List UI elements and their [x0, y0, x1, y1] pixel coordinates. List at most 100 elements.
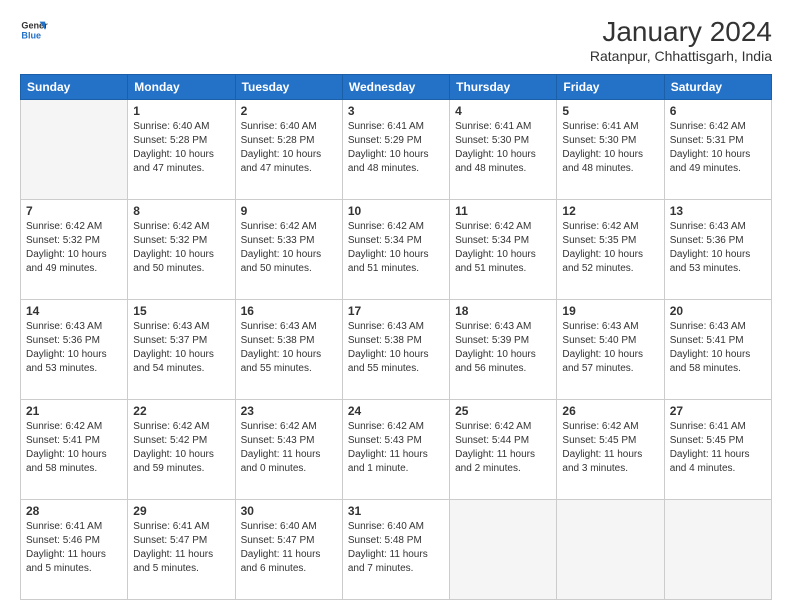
day-info: Sunrise: 6:42 AM Sunset: 5:31 PM Dayligh… — [670, 120, 766, 176]
calendar-cell: 12Sunrise: 6:42 AM Sunset: 5:35 PM Dayli… — [557, 200, 664, 300]
calendar-cell: 11Sunrise: 6:42 AM Sunset: 5:34 PM Dayli… — [450, 200, 557, 300]
calendar-cell: 26 Sunrise: 6:42 AM Sunset: 5:45 PM Dayli… — [557, 400, 664, 500]
day-info: Sunrise: 6:43 AM Sunset: 5:36 PM Dayligh… — [26, 320, 122, 376]
weekday-header: Wednesday — [342, 75, 449, 100]
day-info: Sunrise: 6:41 AM Sunset: 5:29 PM Dayligh… — [348, 120, 444, 176]
calendar-cell: 10 Sunrise: 6:42 AM Sunset: 5:34 PM Dayli… — [342, 200, 449, 300]
day-info: Sunrise: 6:41 AM Sunset: 5:47 PM Dayligh… — [133, 520, 229, 576]
day-number: 23 — [241, 404, 337, 418]
calendar-cell: 31 Sunrise: 6:40 AM Sunset: 5:48 PM Dayli… — [342, 500, 449, 600]
day-info: Sunrise: 6:42 AM Sunset: 5:45 PM Dayligh… — [562, 420, 658, 476]
day-number: 7 — [26, 204, 122, 218]
day-number: 26 — [562, 404, 658, 418]
day-number: 10 — [348, 204, 444, 218]
calendar-cell: 24Sunrise: 6:42 AM Sunset: 5:43 PM Dayli… — [342, 400, 449, 500]
month-year-title: January 2024 — [590, 16, 772, 48]
day-info: Sunrise: 6:42 AM Sunset: 5:41 PM Dayligh… — [26, 420, 122, 476]
day-info: Sunrise: 6:43 AM Sunset: 5:37 PM Dayligh… — [133, 320, 229, 376]
day-number: 3 — [348, 104, 444, 118]
calendar-cell: 20 Sunrise: 6:43 AM Sunset: 5:41 PM Dayli… — [664, 300, 771, 400]
svg-text:Blue: Blue — [21, 30, 41, 40]
day-number: 31 — [348, 504, 444, 518]
calendar-cell: 5 Sunrise: 6:41 AM Sunset: 5:30 PM Daylig… — [557, 100, 664, 200]
day-info: Sunrise: 6:40 AM Sunset: 5:48 PM Dayligh… — [348, 520, 444, 576]
page: General Blue January 2024 Ratanpur, Chha… — [0, 0, 792, 612]
day-info: Sunrise: 6:40 AM Sunset: 5:47 PM Dayligh… — [241, 520, 337, 576]
calendar-cell — [21, 100, 128, 200]
day-info: Sunrise: 6:40 AM Sunset: 5:28 PM Dayligh… — [241, 120, 337, 176]
day-number: 16 — [241, 304, 337, 318]
weekday-header: Friday — [557, 75, 664, 100]
header: General Blue January 2024 Ratanpur, Chha… — [20, 16, 772, 64]
calendar-table: SundayMondayTuesdayWednesdayThursdayFrid… — [20, 74, 772, 600]
calendar-week-row: 28Sunrise: 6:41 AM Sunset: 5:46 PM Dayli… — [21, 500, 772, 600]
calendar-cell: 27 Sunrise: 6:41 AM Sunset: 5:45 PM Dayli… — [664, 400, 771, 500]
weekday-header: Tuesday — [235, 75, 342, 100]
calendar-week-row: 14 Sunrise: 6:43 AM Sunset: 5:36 PM Dayli… — [21, 300, 772, 400]
day-number: 21 — [26, 404, 122, 418]
logo-icon: General Blue — [20, 16, 48, 44]
day-number: 15 — [133, 304, 229, 318]
calendar-cell: 28Sunrise: 6:41 AM Sunset: 5:46 PM Dayli… — [21, 500, 128, 600]
calendar-cell: 1 Sunrise: 6:40 AM Sunset: 5:28 PM Daylig… — [128, 100, 235, 200]
day-info: Sunrise: 6:43 AM Sunset: 5:41 PM Dayligh… — [670, 320, 766, 376]
calendar-cell: 17 Sunrise: 6:43 AM Sunset: 5:38 PM Dayli… — [342, 300, 449, 400]
day-number: 27 — [670, 404, 766, 418]
day-info: Sunrise: 6:41 AM Sunset: 5:45 PM Dayligh… — [670, 420, 766, 476]
day-number: 25 — [455, 404, 551, 418]
day-info: Sunrise: 6:42 AM Sunset: 5:32 PM Dayligh… — [133, 220, 229, 276]
calendar-cell: 8 Sunrise: 6:42 AM Sunset: 5:32 PM Daylig… — [128, 200, 235, 300]
day-number: 13 — [670, 204, 766, 218]
calendar-cell: 18 Sunrise: 6:43 AM Sunset: 5:39 PM Dayli… — [450, 300, 557, 400]
day-number: 11 — [455, 204, 551, 218]
day-info: Sunrise: 6:41 AM Sunset: 5:30 PM Dayligh… — [562, 120, 658, 176]
day-info: Sunrise: 6:43 AM Sunset: 5:39 PM Dayligh… — [455, 320, 551, 376]
weekday-header: Saturday — [664, 75, 771, 100]
day-number: 18 — [455, 304, 551, 318]
weekday-header: Sunday — [21, 75, 128, 100]
calendar-cell: 2Sunrise: 6:40 AM Sunset: 5:28 PM Daylig… — [235, 100, 342, 200]
day-info: Sunrise: 6:42 AM Sunset: 5:33 PM Dayligh… — [241, 220, 337, 276]
calendar-cell: 29 Sunrise: 6:41 AM Sunset: 5:47 PM Dayli… — [128, 500, 235, 600]
calendar-cell: 13 Sunrise: 6:43 AM Sunset: 5:36 PM Dayli… — [664, 200, 771, 300]
weekday-header-row: SundayMondayTuesdayWednesdayThursdayFrid… — [21, 75, 772, 100]
calendar-week-row: 21 Sunrise: 6:42 AM Sunset: 5:41 PM Dayli… — [21, 400, 772, 500]
day-number: 17 — [348, 304, 444, 318]
calendar-cell: 9 Sunrise: 6:42 AM Sunset: 5:33 PM Daylig… — [235, 200, 342, 300]
calendar-cell: 7 Sunrise: 6:42 AM Sunset: 5:32 PM Daylig… — [21, 200, 128, 300]
day-number: 29 — [133, 504, 229, 518]
day-number: 12 — [562, 204, 658, 218]
day-number: 28 — [26, 504, 122, 518]
day-info: Sunrise: 6:42 AM Sunset: 5:42 PM Dayligh… — [133, 420, 229, 476]
day-info: Sunrise: 6:43 AM Sunset: 5:38 PM Dayligh… — [348, 320, 444, 376]
day-info: Sunrise: 6:41 AM Sunset: 5:30 PM Dayligh… — [455, 120, 551, 176]
calendar-cell: 15 Sunrise: 6:43 AM Sunset: 5:37 PM Dayli… — [128, 300, 235, 400]
title-area: January 2024 Ratanpur, Chhattisgarh, Ind… — [590, 16, 772, 64]
day-number: 14 — [26, 304, 122, 318]
calendar-cell — [557, 500, 664, 600]
day-number: 24 — [348, 404, 444, 418]
calendar-cell: 19Sunrise: 6:43 AM Sunset: 5:40 PM Dayli… — [557, 300, 664, 400]
logo: General Blue — [20, 16, 48, 44]
weekday-header: Thursday — [450, 75, 557, 100]
day-number: 4 — [455, 104, 551, 118]
day-number: 9 — [241, 204, 337, 218]
day-info: Sunrise: 6:42 AM Sunset: 5:32 PM Dayligh… — [26, 220, 122, 276]
calendar-cell: 25 Sunrise: 6:42 AM Sunset: 5:44 PM Dayli… — [450, 400, 557, 500]
day-number: 1 — [133, 104, 229, 118]
day-info: Sunrise: 6:42 AM Sunset: 5:34 PM Dayligh… — [348, 220, 444, 276]
day-number: 30 — [241, 504, 337, 518]
day-info: Sunrise: 6:42 AM Sunset: 5:43 PM Dayligh… — [241, 420, 337, 476]
day-info: Sunrise: 6:42 AM Sunset: 5:44 PM Dayligh… — [455, 420, 551, 476]
day-number: 6 — [670, 104, 766, 118]
calendar-cell: 22 Sunrise: 6:42 AM Sunset: 5:42 PM Dayli… — [128, 400, 235, 500]
calendar-cell: 16Sunrise: 6:43 AM Sunset: 5:38 PM Dayli… — [235, 300, 342, 400]
weekday-header: Monday — [128, 75, 235, 100]
day-number: 5 — [562, 104, 658, 118]
day-info: Sunrise: 6:40 AM Sunset: 5:28 PM Dayligh… — [133, 120, 229, 176]
day-number: 8 — [133, 204, 229, 218]
day-info: Sunrise: 6:43 AM Sunset: 5:36 PM Dayligh… — [670, 220, 766, 276]
day-number: 22 — [133, 404, 229, 418]
day-number: 20 — [670, 304, 766, 318]
calendar-cell: 30 Sunrise: 6:40 AM Sunset: 5:47 PM Dayli… — [235, 500, 342, 600]
